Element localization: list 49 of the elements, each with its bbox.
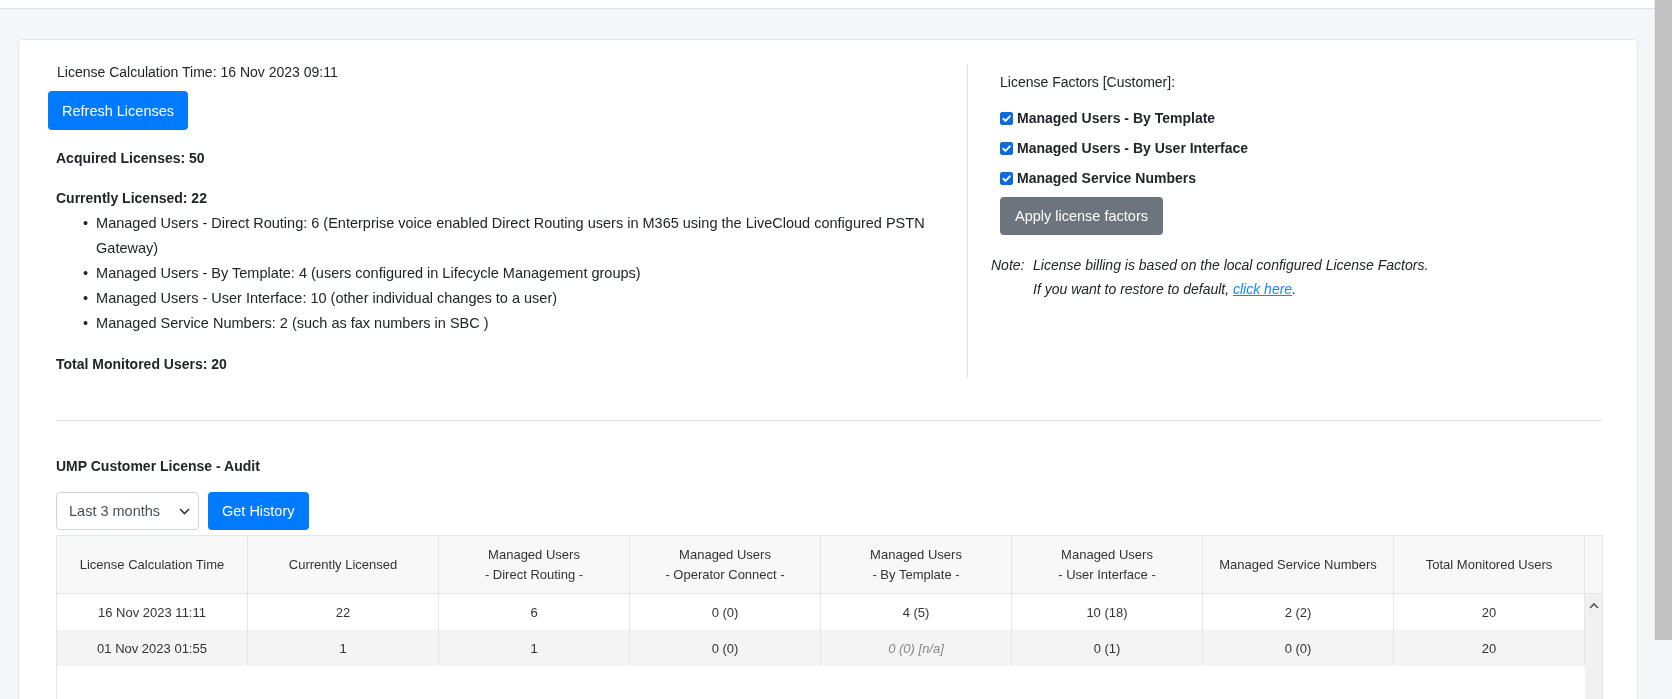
note-text: License billing is based on the local configured License Factors. — [1033, 256, 1429, 275]
factor-label: Managed Users - By Template — [1017, 110, 1216, 126]
table-cell: 1 — [439, 630, 630, 666]
note-text: If you want to restore to default, — [1033, 281, 1230, 297]
table-cell: 0 (0) [n/a] — [821, 630, 1012, 666]
restore-default-link[interactable]: click here — [1233, 281, 1293, 297]
table-cell: 0 (0) — [1203, 630, 1394, 666]
get-history-button[interactable]: Get History — [208, 492, 309, 530]
factor-label: Managed Service Numbers — [1017, 170, 1196, 186]
factor-label: Managed Users - By User Interface — [1017, 140, 1249, 156]
refresh-licenses-button[interactable]: Refresh Licenses — [48, 91, 189, 130]
scroll-up-icon[interactable] — [1588, 602, 1599, 609]
currently-licensed-text: Currently Licensed: 22 — [56, 190, 208, 206]
checkbox[interactable] — [1000, 111, 1013, 125]
column-header: Managed Users - Direct Routing - — [439, 536, 630, 594]
checkbox[interactable] — [1000, 171, 1013, 185]
table-cell: 1 — [248, 630, 439, 666]
bullet: • — [83, 314, 89, 333]
acquired-licenses-text: Acquired Licenses: 50 — [56, 150, 206, 166]
note-period: . — [1292, 281, 1297, 297]
apply-license-factors-button[interactable]: Apply license factors — [1000, 197, 1163, 235]
license-list-item: Managed Users - By Template: 4 (users configured in Lifecycle Management groups) — [96, 264, 641, 283]
total-monitored-text: Total Monitored Users: 20 — [56, 356, 228, 372]
bullet: • — [83, 264, 89, 283]
license-list-item: Managed Users - Direct Routing: 6 (Enterprise voice enabled Direct Routing users in M365 using the LiveCloud configured PSTN Gateway) — [96, 214, 926, 258]
column-header: License Calculation Time — [57, 536, 248, 594]
table-scrollbar[interactable] — [1585, 594, 1602, 699]
column-header: Managed Users - Operator Connect - — [630, 536, 821, 594]
column-header: Managed Service Numbers — [1203, 536, 1394, 594]
license-factors-title: License Factors [Customer]: — [1000, 74, 1177, 90]
chevron-down-icon — [179, 507, 190, 515]
period-select[interactable]: Last 3 months — [56, 492, 199, 530]
checkbox[interactable] — [1000, 141, 1013, 155]
bullet: • — [83, 289, 89, 308]
column-header: Managed Users - User Interface - — [1012, 536, 1203, 594]
calculation-time-text: License Calculation Time: 16 Nov 2023 09:11 — [56, 64, 339, 80]
note-label: Note: — [991, 256, 1026, 275]
license-list-item: Managed Service Numbers: 2 (such as fax numbers in SBC ) — [96, 314, 489, 333]
license-list-item: Managed Users - User Interface: 10 (other individual changes to a user) — [96, 289, 558, 308]
bullet: • — [83, 214, 89, 233]
column-header: Managed Users - By Template - — [821, 536, 1012, 594]
table-cell: 0 (1) — [1012, 630, 1203, 666]
table-cell: 20 — [1394, 630, 1585, 666]
column-header: Currently Licensed — [248, 536, 439, 594]
scrollbar[interactable] — [1654, 0, 1672, 640]
audit-title: UMP Customer License - Audit — [56, 458, 261, 474]
table-cell: 01 Nov 2023 01:55 — [57, 630, 248, 666]
table-cell: 0 (0) — [630, 630, 821, 666]
column-header: Total Monitored Users — [1394, 536, 1585, 594]
